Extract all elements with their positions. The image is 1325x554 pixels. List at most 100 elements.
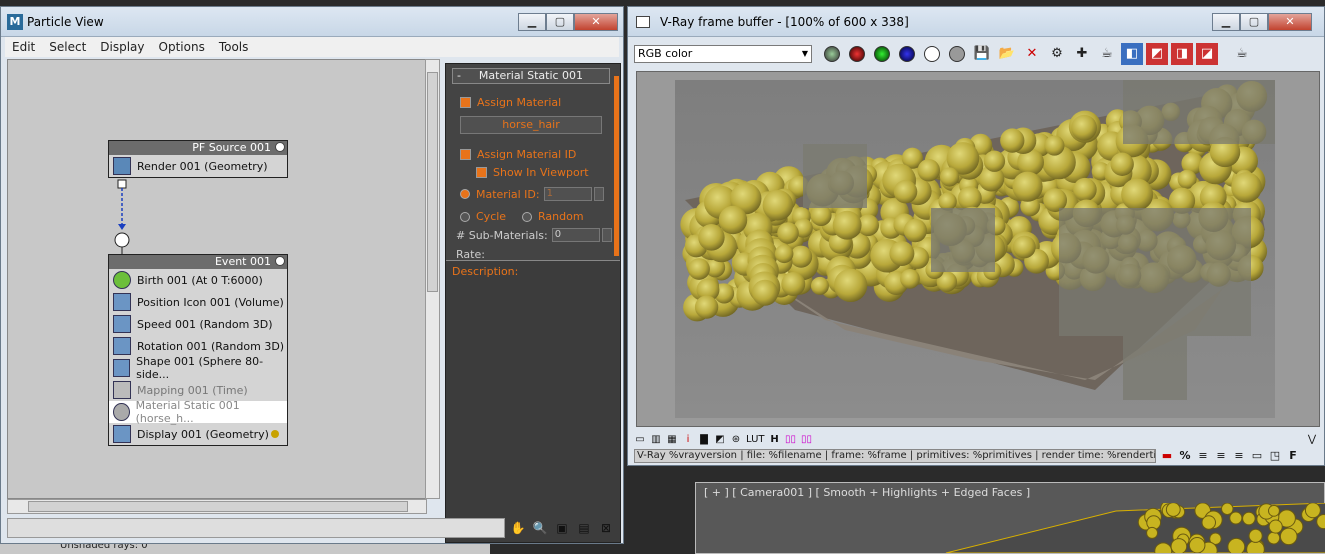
- maximize-button[interactable]: ▢: [546, 13, 574, 31]
- operator-display[interactable]: Display 001 (Geometry): [109, 423, 287, 445]
- particle-sphere: [1071, 114, 1097, 141]
- random-radio[interactable]: Random: [522, 210, 584, 223]
- histogram-icon[interactable]: ▇: [698, 434, 710, 445]
- f-button[interactable]: F: [1286, 449, 1300, 462]
- display-color-dot[interactable]: [271, 430, 279, 438]
- h-button[interactable]: H: [769, 434, 781, 445]
- info-icon[interactable]: i: [682, 434, 694, 445]
- close-button[interactable]: ✕: [1268, 13, 1312, 31]
- operator-material-static[interactable]: Material Static 001 (horse_h...: [109, 399, 287, 425]
- pixel-aspect-icon[interactable]: ▯▯: [785, 434, 797, 445]
- lightbulb-icon[interactable]: [275, 256, 285, 266]
- particle-graph-canvas[interactable]: PF Source 001 Render 001 (Geometry) Even…: [7, 59, 427, 499]
- stamp-icon[interactable]: ⊛: [730, 434, 742, 445]
- green-channel-icon[interactable]: [871, 43, 893, 65]
- material-button[interactable]: horse_hair: [460, 116, 602, 134]
- assign-material-checkbox[interactable]: Assign Material: [460, 96, 561, 109]
- color-corrections-icon[interactable]: ▭: [634, 434, 646, 445]
- show-in-viewport-checkbox[interactable]: Show In Viewport: [476, 166, 589, 179]
- red-channel-icon[interactable]: [846, 43, 868, 65]
- panel-scrollbar[interactable]: [614, 76, 619, 256]
- assign-material-id-checkbox[interactable]: Assign Material ID: [460, 148, 576, 161]
- lens-effects-icon[interactable]: ◩: [714, 434, 726, 445]
- mono-channel-icon[interactable]: [946, 43, 968, 65]
- sub-materials-spinner[interactable]: 0: [551, 228, 600, 242]
- operator-position-icon[interactable]: Position Icon 001 (Volume): [109, 291, 287, 313]
- render-viewport[interactable]: [636, 71, 1320, 427]
- window-icon[interactable]: ▭: [1250, 449, 1264, 462]
- blue-channel-icon[interactable]: [896, 43, 918, 65]
- curve-icon[interactable]: ▦: [666, 434, 678, 445]
- camera-viewport[interactable]: [ + ] [ Camera001 ] [ Smooth + Highlight…: [695, 482, 1325, 554]
- particle-sphere: [893, 179, 918, 204]
- zoom-extents-icon[interactable]: ▤: [575, 519, 593, 537]
- history-ab-icon[interactable]: ◪: [1196, 43, 1218, 65]
- rotation-icon: [113, 337, 131, 355]
- ab-horizontal-icon[interactable]: ◩: [1146, 43, 1168, 65]
- window-title: V-Ray frame buffer - [100% of 600 x 338]: [660, 14, 909, 29]
- menu-options[interactable]: Options: [159, 40, 205, 54]
- alpha-channel-icon[interactable]: [921, 43, 943, 65]
- align-left-icon[interactable]: ≡: [1196, 449, 1210, 462]
- ab-compare-icon[interactable]: ◧: [1121, 43, 1143, 65]
- operator-render[interactable]: Render 001 (Geometry): [109, 155, 287, 177]
- align-center-icon[interactable]: ≡: [1214, 449, 1228, 462]
- rgb-channel-icon[interactable]: [821, 43, 843, 65]
- frame-icon[interactable]: ◳: [1268, 449, 1282, 462]
- horizontal-scrollbar[interactable]: [7, 499, 427, 514]
- cycle-radio[interactable]: Cycle: [460, 210, 506, 223]
- material-id-spinner[interactable]: 1: [543, 187, 592, 201]
- color-swatch-icon[interactable]: ▬: [1160, 449, 1174, 462]
- no-zoom-icon[interactable]: ⊠: [597, 519, 615, 537]
- ab-vertical-icon[interactable]: ◨: [1171, 43, 1193, 65]
- region-render-icon[interactable]: ✚: [1071, 43, 1093, 65]
- particle-sphere: [781, 272, 806, 297]
- event-node[interactable]: Event 001 Birth 001 (At 0 T:6000) Positi…: [108, 254, 288, 446]
- open-icon[interactable]: 📂: [996, 43, 1018, 65]
- stamp-text-field[interactable]: V-Ray %vrayversion | file: %filename | f…: [634, 449, 1156, 463]
- align-right-icon[interactable]: ≡: [1232, 449, 1246, 462]
- pan-hand-icon[interactable]: ✋: [509, 519, 527, 537]
- lut-button[interactable]: LUT: [746, 434, 765, 445]
- maximize-button[interactable]: ▢: [1240, 13, 1268, 31]
- menu-edit[interactable]: Edit: [12, 40, 35, 54]
- collapse-icon[interactable]: ⋁: [1306, 434, 1318, 445]
- stereo-icon[interactable]: ▯▯: [801, 434, 813, 445]
- viewport-sphere: [1267, 531, 1281, 545]
- minimize-button[interactable]: ▁: [1212, 13, 1240, 31]
- operator-birth[interactable]: Birth 001 (At 0 T:6000): [109, 269, 287, 291]
- levels-icon[interactable]: ▥: [650, 434, 662, 445]
- material-id-radio[interactable]: Material ID: 1: [460, 187, 604, 201]
- vertical-scrollbar[interactable]: [425, 59, 440, 499]
- lightbulb-icon[interactable]: [275, 142, 285, 152]
- clear-icon[interactable]: ✕: [1021, 43, 1043, 65]
- operator-shape[interactable]: Shape 001 (Sphere 80-side...: [109, 355, 287, 381]
- particle-sphere: [810, 276, 829, 295]
- track-mouse-icon[interactable]: ⚙: [1046, 43, 1068, 65]
- render-teapot-icon[interactable]: ☕: [1096, 43, 1118, 65]
- zoom-region-icon[interactable]: ▣: [553, 519, 571, 537]
- vray-bottom-toolbar: ▭ ▥ ▦ i ▇ ◩ ⊛ LUT H ▯▯ ▯▯ ⋁: [634, 431, 1318, 447]
- zoom-icon[interactable]: 🔍: [531, 519, 549, 537]
- percent-button[interactable]: %: [1178, 449, 1192, 462]
- close-button[interactable]: ✕: [574, 13, 618, 31]
- save-icon[interactable]: 💾: [971, 43, 993, 65]
- menu-display[interactable]: Display: [100, 40, 144, 54]
- rollout-header[interactable]: - Material Static 001: [452, 68, 610, 84]
- window-title: Particle View: [27, 14, 104, 29]
- operator-speed[interactable]: Speed 001 (Random 3D): [109, 313, 287, 335]
- vray-titlebar[interactable]: V-Ray frame buffer - [100% of 600 x 338]…: [628, 7, 1324, 37]
- viewport-sphere: [1242, 511, 1256, 526]
- viewport-label[interactable]: [ + ] [ Camera001 ] [ Smooth + Highlight…: [696, 483, 1324, 502]
- operator-rotation[interactable]: Rotation 001 (Random 3D): [109, 335, 287, 357]
- menu-tools[interactable]: Tools: [219, 40, 249, 54]
- pf-source-node[interactable]: PF Source 001 Render 001 (Geometry): [108, 140, 288, 178]
- viewport-sphere: [1221, 503, 1234, 516]
- particle-view-titlebar[interactable]: M Particle View ▁ ▢ ✕: [1, 7, 623, 37]
- render-last-icon[interactable]: ☕: [1231, 43, 1253, 65]
- minimize-button[interactable]: ▁: [518, 13, 546, 31]
- viewport-sphere: [1229, 511, 1243, 525]
- menu-select[interactable]: Select: [49, 40, 86, 54]
- channel-select[interactable]: RGB color: [634, 45, 812, 63]
- operator-mapping[interactable]: Mapping 001 (Time): [109, 379, 287, 401]
